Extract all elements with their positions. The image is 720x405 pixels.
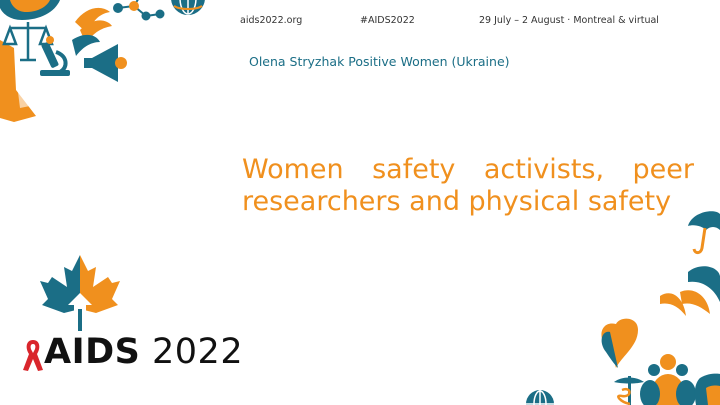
flame-icon — [72, 7, 112, 56]
header-site: aids2022.org — [240, 15, 303, 26]
molecule-icon — [113, 0, 165, 21]
logo-name: AIDS — [44, 332, 141, 372]
header-date-place: 29 July – 2 August · Montreal & virtual — [479, 15, 659, 26]
flask-icon — [0, 40, 36, 122]
author-line: Olena Stryzhak Positive Women (Ukraine) — [249, 54, 510, 69]
top-left-decoration — [0, 0, 205, 122]
globe-icon — [526, 390, 554, 405]
red-ribbon-icon — [23, 340, 43, 371]
megaphone-icon — [84, 44, 127, 82]
globe-icon — [171, 0, 205, 15]
bottom-right-decoration — [526, 318, 720, 405]
logo-year: 2022 — [152, 332, 244, 372]
flame-icon — [660, 266, 720, 316]
conference-logo: AIDS 2022 — [44, 332, 243, 372]
people-icon — [640, 354, 696, 405]
slide: aids2022.org #AIDS2022 29 July – 2 Augus… — [0, 0, 720, 405]
heart-icon — [601, 318, 638, 368]
microscope-icon — [40, 36, 70, 76]
header-hashtag: #AIDS2022 — [360, 15, 415, 26]
slide-title: Women safety activists, peer researchers… — [242, 154, 694, 217]
maple-leaf-icon — [40, 255, 120, 331]
caduceus-icon — [614, 376, 644, 405]
umbrella-icon — [688, 211, 720, 255]
